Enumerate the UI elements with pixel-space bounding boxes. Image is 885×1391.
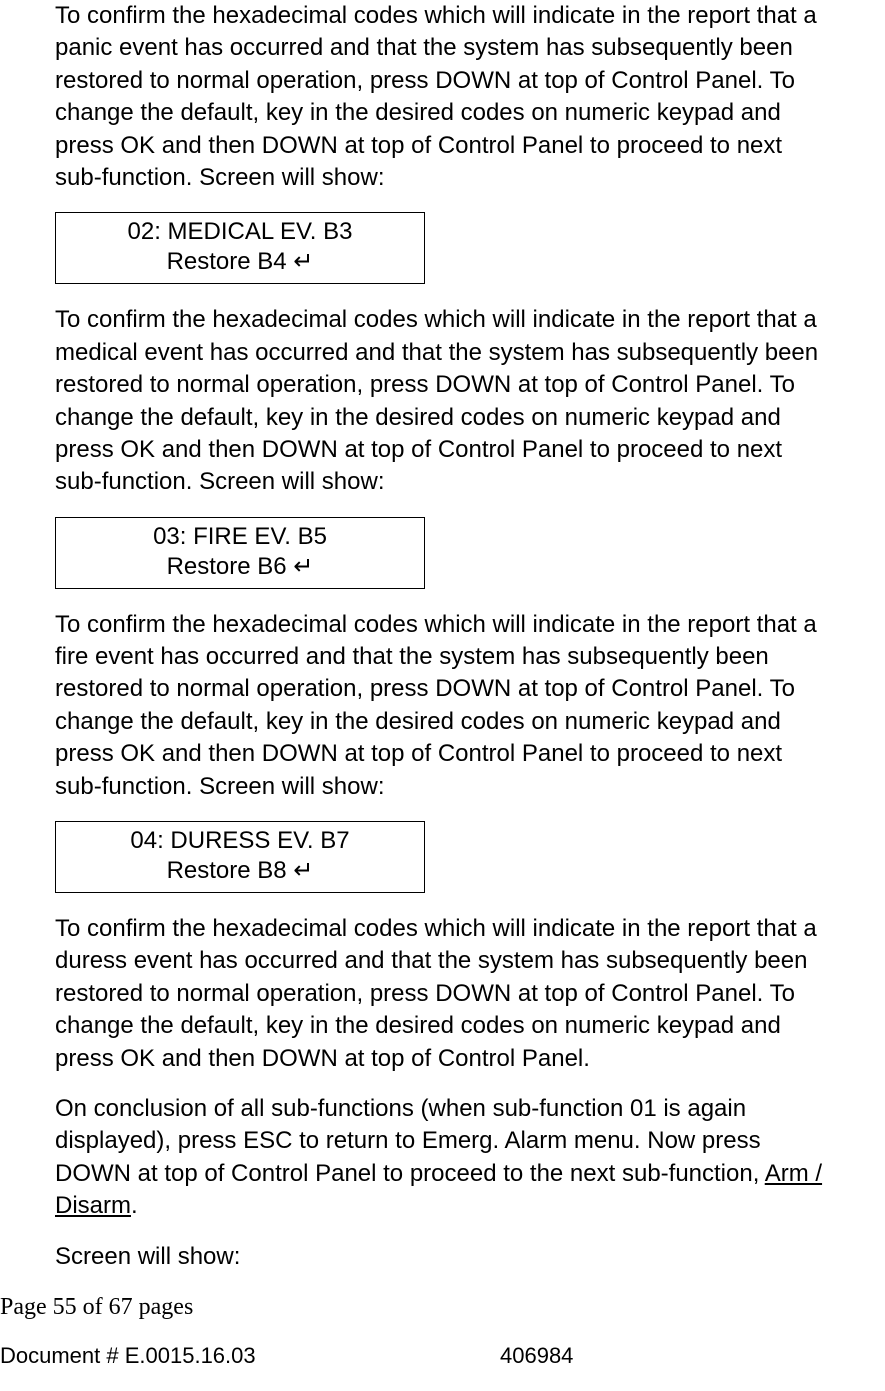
paragraph: To confirm the hexadecimal codes which w… xyxy=(55,0,835,194)
screen-line-2: Restore B8 ↵ xyxy=(56,856,424,886)
lcd-screen-display: 03: FIRE EV. B5 Restore B6 ↵ xyxy=(55,517,425,589)
document-footer: Document # E.0015.16.03 406984 xyxy=(0,1341,835,1371)
page-content: To confirm the hexadecimal codes which w… xyxy=(55,0,835,1273)
paragraph-text: On conclusion of all sub-functions (when… xyxy=(55,1095,765,1187)
screen-line-1: 02: MEDICAL EV. B3 xyxy=(56,217,424,247)
screen-line-1: 04: DURESS EV. B7 xyxy=(56,826,424,856)
paragraph: Screen will show: xyxy=(55,1241,835,1273)
paragraph-text: . xyxy=(131,1192,138,1219)
page-number-footer: Page 55 of 67 pages xyxy=(0,1291,835,1323)
paragraph: To confirm the hexadecimal codes which w… xyxy=(55,609,835,803)
paragraph: To confirm the hexadecimal codes which w… xyxy=(55,913,835,1075)
screen-line-2: Restore B4 ↵ xyxy=(56,247,424,277)
footer-right-number: 406984 xyxy=(500,1341,573,1371)
lcd-screen-display: 02: MEDICAL EV. B3 Restore B4 ↵ xyxy=(55,212,425,284)
screen-line-2: Restore B6 ↵ xyxy=(56,552,424,582)
document-number: Document # E.0015.16.03 xyxy=(0,1341,500,1371)
paragraph: On conclusion of all sub-functions (when… xyxy=(55,1093,835,1223)
lcd-screen-display: 04: DURESS EV. B7 Restore B8 ↵ xyxy=(55,821,425,893)
screen-line-1: 03: FIRE EV. B5 xyxy=(56,522,424,552)
paragraph: To confirm the hexadecimal codes which w… xyxy=(55,304,835,498)
